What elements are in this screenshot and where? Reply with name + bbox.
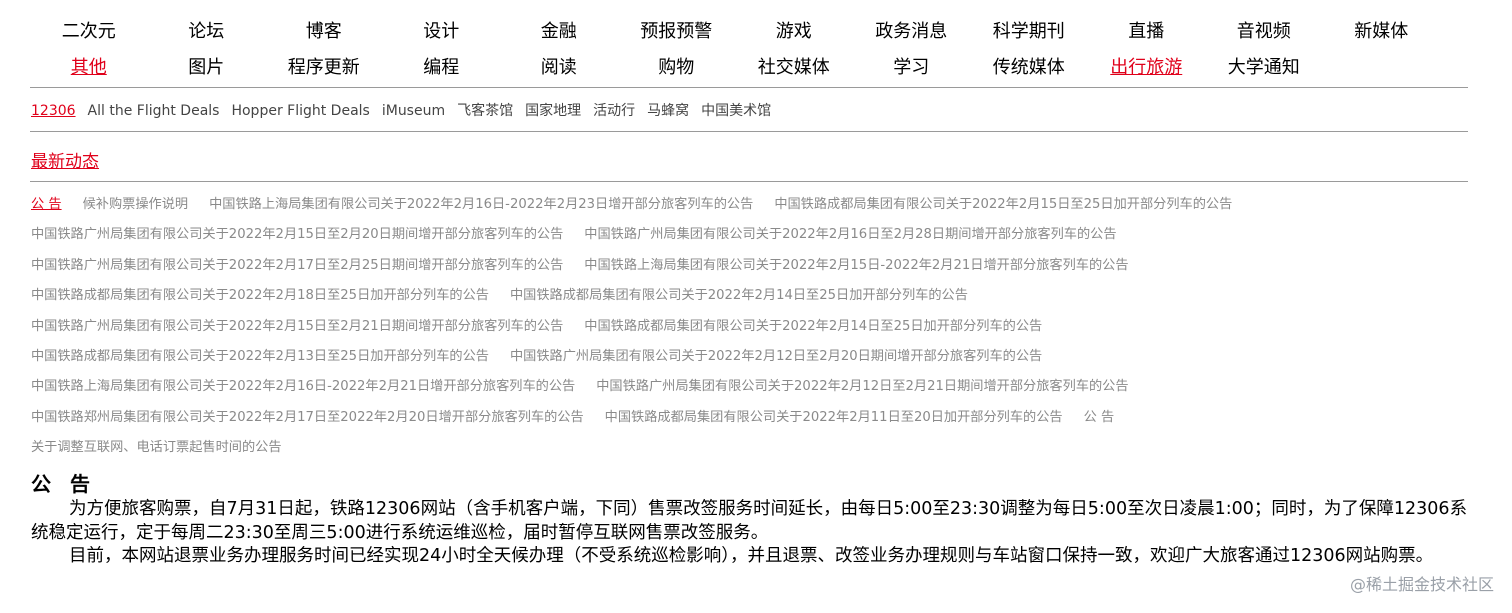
feed-link[interactable]: 中国铁路广州局集团有限公司关于2022年2月16日至2月28日期间增开部分旅客列… bbox=[584, 227, 1116, 242]
notice-panel: 公 告 为方便旅客购票，自7月31日起，铁路12306网站（含手机客户端，下同）… bbox=[31, 470, 1471, 569]
source-link[interactable]: 飞客茶馆 bbox=[457, 103, 513, 119]
nav-item[interactable]: 编程 bbox=[383, 53, 501, 79]
feed-link[interactable]: 中国铁路成都局集团有限公司关于2022年2月14日至25日加开部分列车的公告 bbox=[584, 319, 1042, 334]
nav-item[interactable]: 大学通知 bbox=[1205, 53, 1323, 79]
feed-link[interactable]: 中国铁路郑州局集团有限公司关于2022年2月17日至2022年2月20日增开部分… bbox=[31, 410, 584, 425]
nav-item[interactable]: 金融 bbox=[500, 17, 618, 43]
nav-item[interactable]: 阅读 bbox=[500, 53, 618, 79]
nav-item[interactable]: 预报预警 bbox=[618, 17, 736, 43]
divider bbox=[30, 181, 1468, 182]
nav-item[interactable]: 二次元 bbox=[30, 17, 148, 43]
source-link[interactable]: 马蜂窝 bbox=[647, 103, 689, 119]
nav-item[interactable]: 程序更新 bbox=[265, 53, 383, 79]
nav-item[interactable]: 社交媒体 bbox=[735, 53, 853, 79]
feed-line: 公 告 候补购票操作说明 中国铁路上海局集团有限公司关于2022年2月16日-202… bbox=[31, 194, 1471, 224]
nav-item[interactable]: 游戏 bbox=[735, 17, 853, 43]
feed-link[interactable]: 中国铁路成都局集团有限公司关于2022年2月15日至25日加开部分列车的公告 bbox=[774, 197, 1232, 212]
feed-list: 公 告候补购票操作说明 中国铁路上海局集团有限公司关于2022年2月16日-202… bbox=[31, 194, 1471, 468]
feed-line: 中国铁路广州局集团有限公司关于2022年2月15日至2月21日期间增开部分旅客列… bbox=[31, 316, 1471, 346]
feed-line: 中国铁路广州局集团有限公司关于2022年2月15日至2月20日期间增开部分旅客列… bbox=[31, 224, 1471, 254]
feed-link[interactable]: 中国铁路成都局集团有限公司关于2022年2月18日至25日加开部分列车的公告 bbox=[31, 288, 489, 303]
notice-paragraph: 目前，本网站退票业务办理服务时间已经实现24小时全天候办理（不受系统巡检影响），… bbox=[69, 546, 1434, 566]
feed-line: 中国铁路成都局集团有限公司关于2022年2月18日至25日加开部分列车的公告 中国… bbox=[31, 285, 1471, 315]
source-link[interactable]: 活动行 bbox=[593, 103, 635, 119]
feed-link[interactable]: 中国铁路上海局集团有限公司关于2022年2月16日-2022年2月21日增开部分… bbox=[31, 379, 575, 394]
nav-item[interactable]: 政务消息 bbox=[853, 17, 971, 43]
feed-link[interactable]: 中国铁路成都局集团有限公司关于2022年2月13日至25日加开部分列车的公告 bbox=[31, 349, 489, 364]
notice-title: 公 告 bbox=[31, 472, 96, 496]
source-nav: 12306 All the Flight Deals Hopper Flight D… bbox=[31, 100, 783, 120]
source-link[interactable]: iMuseum bbox=[382, 103, 445, 119]
nav-item[interactable]: 设计 bbox=[383, 17, 501, 43]
source-link[interactable]: Hopper Flight Deals bbox=[231, 103, 369, 119]
source-link[interactable]: 国家地理 bbox=[525, 103, 581, 119]
feed-link[interactable]: 关于调整互联网、电话订票起售时间的公告 bbox=[31, 440, 282, 455]
nav-item[interactable]: 音视频 bbox=[1205, 17, 1323, 43]
nav-item[interactable]: 购物 bbox=[618, 53, 736, 79]
feed-line: 中国铁路郑州局集团有限公司关于2022年2月17日至2022年2月20日增开部分… bbox=[31, 407, 1471, 437]
nav-item[interactable]: 其他 bbox=[30, 53, 148, 79]
feed-line: 关于调整互联网、电话订票起售时间的公告 bbox=[31, 437, 1471, 467]
nav-item[interactable]: 直播 bbox=[1088, 17, 1206, 43]
feed-link[interactable]: 候补购票操作说明 bbox=[83, 197, 189, 212]
feed-link[interactable]: 中国铁路上海局集团有限公司关于2022年2月15日-2022年2月21日增开部分… bbox=[584, 258, 1128, 273]
nav-item[interactable]: 新媒体 bbox=[1323, 17, 1441, 43]
feed-link[interactable]: 中国铁路广州局集团有限公司关于2022年2月12日至2月20日期间增开部分旅客列… bbox=[510, 349, 1042, 364]
feed-line: 中国铁路广州局集团有限公司关于2022年2月17日至2月25日期间增开部分旅客列… bbox=[31, 255, 1471, 285]
watermark-text: @稀土掘金技术社区 bbox=[1349, 575, 1494, 594]
nav-item[interactable]: 论坛 bbox=[148, 17, 266, 43]
section-title-latest[interactable]: 最新动态 bbox=[31, 147, 99, 172]
nav-item[interactable]: 出行旅游 bbox=[1088, 53, 1206, 79]
nav-item[interactable]: 传统媒体 bbox=[970, 53, 1088, 79]
feed-link[interactable]: 中国铁路上海局集团有限公司关于2022年2月16日-2022年2月23日增开部分… bbox=[209, 197, 753, 212]
notice-paragraph: 为方便旅客购票，自7月31日起，铁路12306网站（含手机客户端，下同）售票改签… bbox=[31, 499, 1468, 543]
nav-item[interactable]: 博客 bbox=[265, 17, 383, 43]
nav-item[interactable]: 学习 bbox=[853, 53, 971, 79]
category-nav-row-1: 二次元 论坛 博客 设计 金融 预报预警 游戏 政务消息 科学期刊 直播 音视频 新媒体 bbox=[30, 12, 1468, 48]
feed-link[interactable]: 公 告 bbox=[1084, 410, 1115, 425]
feed-link[interactable]: 中国铁路广州局集团有限公司关于2022年2月15日至2月21日期间增开部分旅客列… bbox=[31, 319, 563, 334]
category-nav: 二次元 论坛 博客 设计 金融 预报预警 游戏 政务消息 科学期刊 直播 音视频 新媒体 其他 图片 程序… bbox=[30, 12, 1468, 84]
feed-link[interactable]: 公 告 bbox=[31, 197, 62, 212]
feed-link[interactable]: 中国铁路广州局集团有限公司关于2022年2月12日至2月21日期间增开部分旅客列… bbox=[596, 379, 1128, 394]
feed-link[interactable]: 中国铁路成都局集团有限公司关于2022年2月11日至20日加开部分列车的公告 bbox=[605, 410, 1063, 425]
category-nav-row-2: 其他 图片 程序更新 编程 阅读 购物 社交媒体 学习 传统媒体 出行旅游 大学通知 bbox=[30, 48, 1468, 84]
feed-line: 中国铁路上海局集团有限公司关于2022年2月16日-2022年2月21日增开部分… bbox=[31, 376, 1471, 406]
divider bbox=[30, 87, 1468, 88]
source-link[interactable]: All the Flight Deals bbox=[88, 103, 220, 119]
nav-item[interactable]: 图片 bbox=[148, 53, 266, 79]
source-link[interactable]: 中国美术馆 bbox=[701, 103, 771, 119]
feed-line: 中国铁路成都局集团有限公司关于2022年2月13日至25日加开部分列车的公告 中国… bbox=[31, 346, 1471, 376]
nav-item[interactable]: 科学期刊 bbox=[970, 17, 1088, 43]
source-link[interactable]: 12306 bbox=[31, 103, 76, 119]
feed-link[interactable]: 中国铁路成都局集团有限公司关于2022年2月14日至25日加开部分列车的公告 bbox=[510, 288, 968, 303]
divider bbox=[30, 131, 1468, 132]
feed-link[interactable]: 中国铁路广州局集团有限公司关于2022年2月17日至2月25日期间增开部分旅客列… bbox=[31, 258, 563, 273]
feed-link[interactable]: 中国铁路广州局集团有限公司关于2022年2月15日至2月20日期间增开部分旅客列… bbox=[31, 227, 563, 242]
